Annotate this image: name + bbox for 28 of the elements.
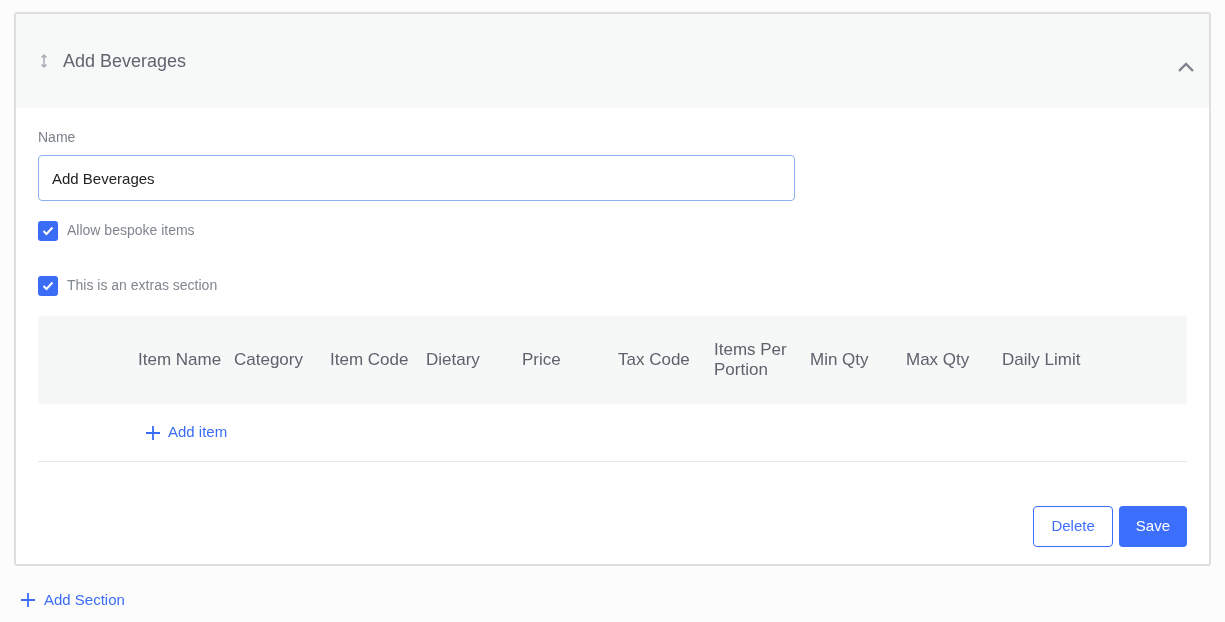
checkbox-label: Allow bespoke items [67,221,195,240]
check-icon [42,225,54,236]
column-header: Price [522,350,562,370]
column-header: Category [234,350,304,370]
column-header: Items Per Portion [714,340,788,380]
column-header: Item Code [330,350,410,370]
name-input-field[interactable]: Add Beverages [38,155,795,201]
checkbox[interactable] [38,220,58,241]
section-title: Add Beverages [63,49,187,73]
check-icon [42,280,54,291]
column-header: Max Qty [906,350,971,370]
primary-button[interactable]: Save [1118,506,1187,547]
plus-icon [20,592,36,609]
plus-icon [145,424,161,441]
drag-handle-icon[interactable] [40,53,48,69]
column-header: Min Qty [810,350,870,370]
chevron-up-icon[interactable] [1177,61,1195,73]
field-label: Name [38,128,77,146]
add-item-button[interactable]: Add item [145,421,228,444]
add-section-button[interactable]: Add Section [20,589,125,612]
column-header: Daily Limit [1002,350,1082,370]
column-header: Tax Code [618,350,691,370]
section-header[interactable]: Add Beverages [16,14,1209,108]
outline-button[interactable]: Delete [1033,506,1113,547]
column-header: Dietary [426,350,481,370]
checkbox[interactable] [38,275,58,296]
checkbox-label: This is an extras section [67,276,218,295]
column-header: Item Name [138,350,223,370]
